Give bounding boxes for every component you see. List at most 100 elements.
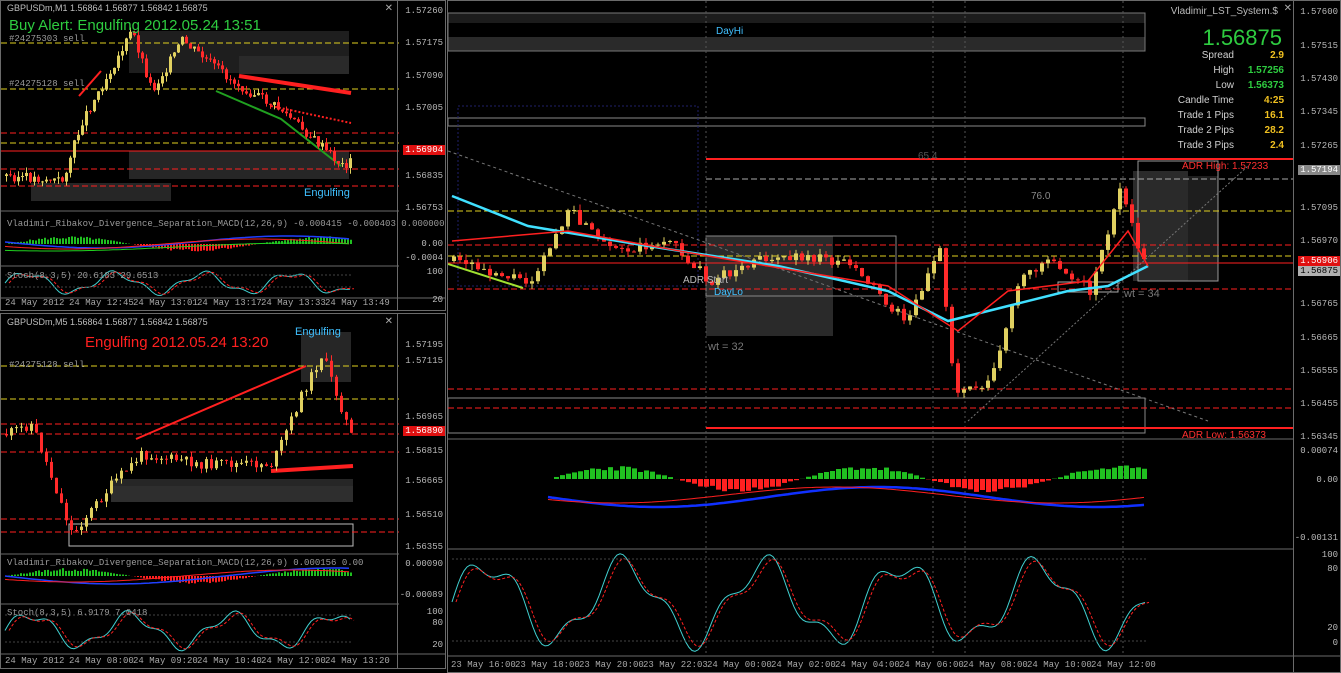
m1-price-tick: 1.56835	[405, 171, 443, 181]
main-price-tick: 1.56665	[1300, 333, 1338, 343]
main-macd-tick: -0.00131	[1294, 533, 1338, 543]
m5-price-tick: 1.56510	[405, 510, 443, 520]
m5-macd-tick: 0.00090	[405, 559, 443, 569]
dayhi-label: DayHi	[716, 26, 744, 37]
main-price-tick: 1.57515	[1300, 41, 1338, 51]
m1-order-label-1: #24275303 sell	[9, 34, 85, 44]
main-bid-tag: 1.56875	[1298, 266, 1340, 276]
m1-time-label: 24 May 13:17	[197, 298, 262, 308]
m5-price-tick: 1.56815	[405, 446, 443, 456]
main-time-label: 24 May 00:00	[707, 660, 772, 670]
main-time-label: 23 May 22:03	[643, 660, 708, 670]
m1-stoch-label: Stoch(8,3,5) 20.6183 29.6513	[7, 271, 159, 281]
m5-macd-label: Vladimir_Ribakov_Divergence_Separation_M…	[7, 558, 364, 568]
m5-stoch-tick: 100	[426, 607, 443, 617]
m1-stoch-tick: 20	[432, 295, 443, 305]
m5-price-tick: 1.56355	[405, 542, 443, 552]
main-time-label: 24 May 12:00	[1091, 660, 1156, 670]
main-time-label: 24 May 08:00	[963, 660, 1028, 670]
m5-stoch-label: Stoch(8,3,5) 6.9179 7.0418	[7, 608, 148, 618]
main-stoch-tick: 80	[1327, 564, 1338, 574]
chart-window-gbpusd-m1[interactable]: GBPUSDm,M1 1.56864 1.56877 1.56842 1.568…	[0, 0, 446, 311]
main-indicator-name: Vladimir_LST_System.$	[1170, 6, 1278, 17]
m5-price-tick: 1.56665	[405, 476, 443, 486]
info-value: 1.56373	[1247, 80, 1284, 91]
m5-close-icon[interactable]: ✕	[385, 316, 393, 327]
adr-high-label: ADR High: 1.57233	[1182, 161, 1269, 172]
m1-macd-tick: -0.0004	[405, 253, 443, 263]
m1-stoch-tick: 100	[426, 267, 443, 277]
main-macd-tick: 0.00074	[1300, 446, 1338, 456]
fib-76-label: 76.0	[1031, 191, 1051, 202]
info-label: Candle Time	[1177, 95, 1234, 106]
m5-header: GBPUSDm,M5 1.56864 1.56877 1.56842 1.568…	[7, 317, 208, 327]
m5-price-tick: 1.57195	[405, 340, 443, 350]
info-label: Trade 3 Pips	[1177, 140, 1234, 151]
m5-stoch-tick: 20	[432, 640, 443, 650]
main-price-tick: 1.57345	[1300, 107, 1338, 117]
chart-window-gbpusd-m5[interactable]: GBPUSDm,M5 1.56864 1.56877 1.56842 1.568…	[0, 313, 446, 669]
m1-order-label-2: #24275128 sell	[9, 79, 85, 89]
m5-price-tick: 1.57115	[405, 356, 443, 366]
main-time-label: 23 May 16:00	[451, 660, 516, 670]
m5-price-axis: 1.57195 1.57115 1.56965 1.56890 1.56815 …	[397, 314, 445, 668]
m1-macd-tick: 0.00	[421, 239, 443, 249]
m5-stoch-tick: 80	[432, 618, 443, 628]
main-price-tick: 1.56455	[1300, 399, 1338, 409]
m5-engulfing-label: Engulfing	[295, 326, 341, 338]
daylo-label: DayLo	[714, 287, 743, 298]
m1-price-tick: 1.57175	[405, 38, 443, 48]
main-price-tick: 1.57600	[1300, 7, 1338, 17]
main-price-tick: 1.56555	[1300, 366, 1338, 376]
info-value: 2.4	[1270, 140, 1284, 151]
main-time-label: 24 May 06:00	[899, 660, 964, 670]
m5-time-label: 24 May 08:00	[69, 656, 134, 666]
chart-window-main[interactable]: Vladimir_LST_System.$ ✕ 1.56875 Spread 2…	[447, 0, 1341, 673]
m1-time-label: 24 May 2012	[5, 298, 65, 308]
main-price-axis: 1.57600 1.57515 1.57430 1.57345 1.57265 …	[1293, 1, 1340, 672]
main-big-price: 1.56875	[1202, 25, 1282, 50]
info-value: 1.57256	[1247, 65, 1284, 76]
m5-time-label: 24 May 10:40	[197, 656, 262, 666]
main-current-price-tag: 1.56906	[1298, 256, 1340, 266]
main-stoch-tick: 0	[1332, 638, 1338, 648]
main-time-label: 23 May 20:00	[579, 660, 644, 670]
m5-price-tick: 1.56965	[405, 412, 443, 422]
main-stoch-tick: 20	[1327, 623, 1338, 633]
m1-current-price-tag: 1.56904	[403, 145, 445, 155]
fib-654-label: 65.4	[918, 151, 938, 162]
adr-start-label: ADR Start	[683, 275, 729, 286]
main-price-tick: 1.56970	[1300, 236, 1338, 246]
info-label: Spread	[1201, 50, 1234, 61]
main-price-tick: 1.57095	[1300, 203, 1338, 213]
main-time-label: 24 May 04:00	[835, 660, 900, 670]
info-label: Trade 2 Pips	[1177, 125, 1234, 136]
info-value: 28.2	[1264, 125, 1284, 136]
m1-price-tick: 1.57090	[405, 71, 443, 81]
info-label: Low	[1215, 80, 1234, 91]
main-close-icon[interactable]: ✕	[1284, 3, 1292, 14]
main-price-tick: 1.57430	[1300, 74, 1338, 84]
info-label: Trade 1 Pips	[1177, 110, 1234, 121]
main-stoch-tick: 100	[1321, 550, 1338, 560]
m5-macd-tick: -0.00089	[399, 590, 443, 600]
m1-time-label: 24 May 12:45	[69, 298, 134, 308]
main-price-tick: 1.56765	[1300, 299, 1338, 309]
m1-price-tick: 1.57005	[405, 103, 443, 113]
main-time-label: 24 May 10:00	[1027, 660, 1092, 670]
m1-engulfing-label: Engulfing	[304, 187, 350, 199]
m1-price-tick: 1.56753	[405, 203, 443, 213]
m1-close-icon[interactable]: ✕	[385, 3, 393, 14]
info-label: High	[1213, 65, 1234, 76]
info-value: 16.1	[1264, 110, 1284, 121]
adr-low-label: ADR Low: 1.56373	[1182, 430, 1266, 441]
main-time-label: 24 May 02:00	[771, 660, 836, 670]
wt32-label: wt = 32	[708, 341, 744, 353]
m1-time-label: 24 May 13:01	[133, 298, 198, 308]
m1-time-label: 24 May 13:33	[261, 298, 326, 308]
m5-time-label: 24 May 09:20	[133, 656, 198, 666]
info-value: 2.9	[1270, 50, 1284, 61]
m1-price-axis: 1.57260 1.57175 1.57090 1.57005 1.56904 …	[397, 1, 445, 310]
m1-price-tick: 1.57260	[405, 6, 443, 16]
m1-header: GBPUSDm,M1 1.56864 1.56877 1.56842 1.568…	[7, 3, 208, 13]
